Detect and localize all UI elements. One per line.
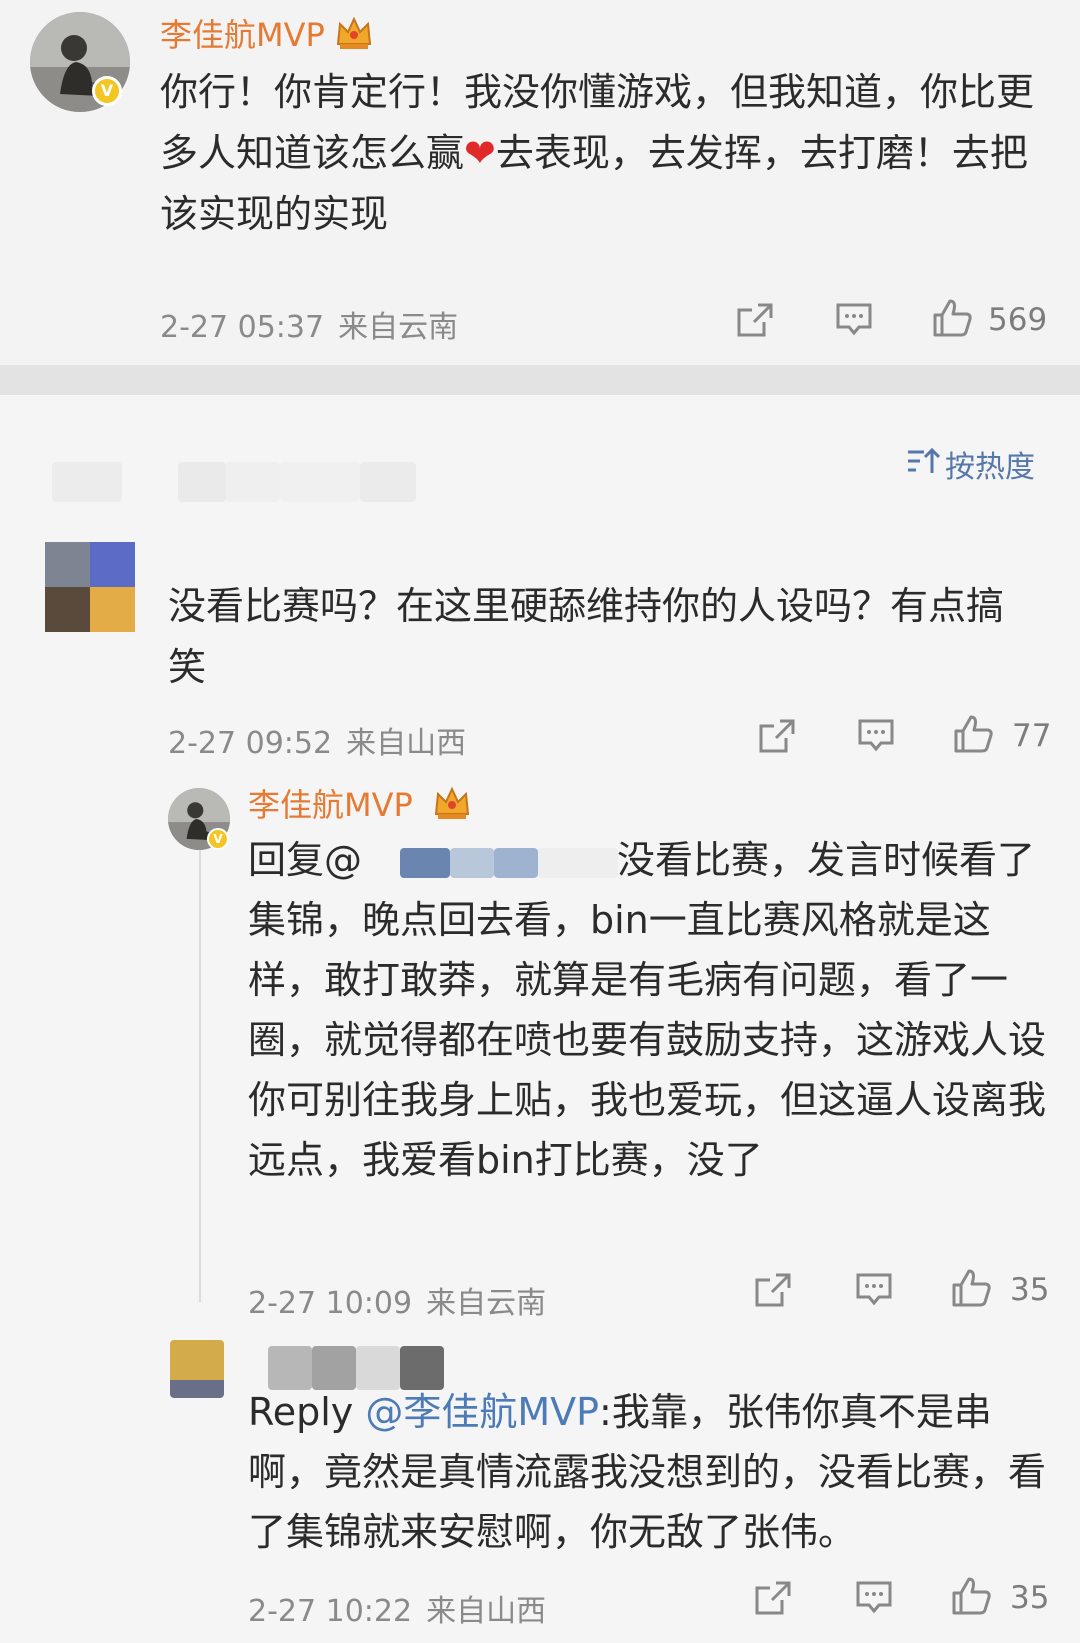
comment-icon[interactable] <box>855 1580 893 1616</box>
reply-meta: 2-27 10:09 来自云南 <box>248 1278 546 1322</box>
like-icon[interactable] <box>953 714 995 754</box>
crown-icon <box>432 784 472 822</box>
verified-badge-icon: V <box>92 76 122 106</box>
commenter-avatar-redacted[interactable] <box>45 542 135 632</box>
reply-time: 2-27 10:09 <box>248 1286 413 1321</box>
comment-meta: 2-27 09:52 来自山西 <box>168 718 466 762</box>
reply2-mention[interactable]: @李佳航MVP <box>365 1390 599 1434</box>
post-location: 来自云南 <box>338 310 459 345</box>
like-icon[interactable] <box>951 1576 993 1616</box>
share-icon[interactable] <box>754 1580 792 1616</box>
author-name[interactable]: 李佳航MVP <box>160 16 325 54</box>
like-count: 569 <box>988 302 1048 338</box>
post-text: 你行！你肯定行！我没你懂游戏，但我知道，你比更多人知道该怎么赢❤去表现，去发挥，… <box>160 62 1040 245</box>
post-meta: 2-27 05:37 来自云南 <box>160 302 458 346</box>
top-post: V 李佳航MVP 你行！你肯定行！我没你懂游戏，但我知道，你比更多人知道该怎么赢… <box>0 0 1080 365</box>
heart-icon: ❤ <box>464 131 496 175</box>
comment-location: 来自山西 <box>346 726 467 761</box>
sort-by-hot[interactable]: 按热度 <box>945 442 1035 486</box>
redacted-block <box>280 462 360 502</box>
reply-body: 没看比赛，发言时候看了集锦，晚点回去看，bin一直比赛风格就是这样，敢打敢莽，就… <box>248 838 1047 1182</box>
reply2-location: 来自山西 <box>426 1594 547 1629</box>
post-time: 2-27 05:37 <box>160 310 325 345</box>
redacted-block <box>360 462 416 502</box>
like-icon[interactable] <box>951 1268 993 1308</box>
comment-icon[interactable] <box>855 1272 893 1308</box>
sort-icon[interactable] <box>906 446 940 476</box>
reply2-time: 2-27 10:22 <box>248 1594 413 1629</box>
reply2-prefix: Reply <box>248 1390 366 1434</box>
share-icon[interactable] <box>758 718 796 754</box>
comment-time: 2-27 09:52 <box>168 726 333 761</box>
share-icon[interactable] <box>736 302 774 338</box>
reply2-meta: 2-27 10:22 来自山西 <box>248 1586 546 1630</box>
reply-text: 回复@ 没看比赛，发言时候看了集锦，晚点回去看，bin一直比赛风格就是这样，敢打敢… <box>248 830 1048 1190</box>
reply2-avatar-redacted[interactable] <box>170 1340 224 1398</box>
redacted-block <box>226 462 280 502</box>
reply-location: 来自云南 <box>426 1286 547 1321</box>
like-count: 77 <box>1012 718 1052 754</box>
comment-icon[interactable] <box>857 718 895 754</box>
redacted-block <box>52 462 122 502</box>
thread-line <box>199 850 201 1302</box>
share-icon[interactable] <box>754 1272 792 1308</box>
reply2-text: Reply @李佳航MVP:我靠，张伟你真不是串啊，竟然是真情流露我没想到的，没… <box>248 1382 1048 1562</box>
crown-icon <box>334 14 374 52</box>
verified-badge-icon: V <box>207 828 229 850</box>
like-count: 35 <box>1010 1272 1050 1308</box>
reply-prefix: 回复@ <box>248 838 363 882</box>
comment-text: 没看比赛吗？在这里硬舔维持你的人设吗？有点搞笑 <box>168 584 1005 689</box>
like-icon[interactable] <box>932 298 974 338</box>
like-count: 35 <box>1010 1580 1050 1616</box>
redacted-block <box>178 462 226 502</box>
reply-author-name[interactable]: 李佳航MVP <box>248 786 413 824</box>
comment-icon[interactable] <box>835 302 873 338</box>
section-divider <box>0 365 1080 395</box>
